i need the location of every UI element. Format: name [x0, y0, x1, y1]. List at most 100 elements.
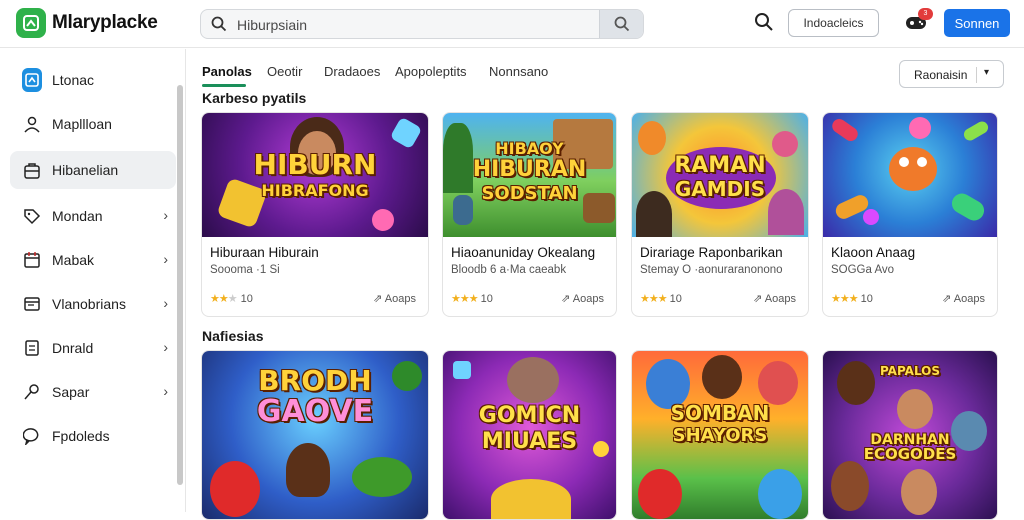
- game-subtitle: Soooma ·1 Si: [210, 264, 280, 276]
- game-art-title: HIBURN: [253, 148, 377, 181]
- sidebar-item-fpdoleds[interactable]: Fpdoleds: [10, 417, 176, 455]
- game-card[interactable]: SOMBAN SHAYORS: [631, 350, 809, 520]
- bubble-icon: [22, 426, 42, 446]
- notification-button[interactable]: 3: [904, 8, 933, 37]
- dropdown-divider: [976, 67, 977, 83]
- search-submit-button[interactable]: [599, 10, 643, 38]
- game-rating: ★★★ 10: [831, 293, 873, 305]
- tag-icon: [22, 206, 42, 226]
- tab-dradaoes[interactable]: Dradaoes: [324, 64, 380, 79]
- sidebar-item-mondan[interactable]: Mondan ›: [10, 197, 176, 235]
- game-action-link[interactable]: ⇗ Aoaps: [561, 292, 604, 305]
- app-title: Mlaryplacke: [52, 12, 158, 33]
- game-thumbnail: HIBAOY HIBURAN SODSTAN: [443, 113, 616, 237]
- sidebar-item-vlanobrians[interactable]: Vlanobrians ›: [10, 285, 176, 323]
- game-thumbnail: RAMAN GAMDIS: [632, 113, 808, 237]
- game-art-text: PAPALOS: [879, 364, 941, 378]
- game-art-title: SOMBAN: [670, 401, 770, 425]
- logo-icon: [23, 15, 39, 31]
- sidebar: Ltonac Mapllloan Hibanelian Mondan › Mab…: [0, 49, 186, 512]
- game-thumbnail: HIBURN HIBRAFONG: [202, 113, 428, 237]
- search-icon[interactable]: [754, 12, 774, 37]
- share-icon: ⇗: [373, 293, 383, 305]
- game-card[interactable]: HIBURN HIBRAFONG Hiburaan Hiburain Sooom…: [201, 112, 429, 317]
- game-card[interactable]: GOMICN MIUAES: [442, 350, 617, 520]
- section-title: Nafiesias: [202, 328, 264, 344]
- sidebar-item-sapar[interactable]: Sapar ›: [10, 373, 176, 411]
- game-art-title: BRODH: [258, 364, 372, 397]
- game-subtitle: Stemay O ·aonuraranonono: [640, 264, 783, 276]
- game-art-subtitle: SODSTAN: [481, 183, 578, 204]
- game-art-title: RAMAN: [674, 153, 766, 178]
- calendar-icon: [22, 250, 42, 270]
- game-action-link[interactable]: ⇗ Aoaps: [373, 292, 416, 305]
- game-thumbnail: SOMBAN SHAYORS: [632, 351, 808, 519]
- game-art-subtitle: HIBRAFONG: [261, 181, 369, 200]
- top-bar: Mlaryplacke Hiburpsiain Indoacleics 3 So…: [0, 0, 1024, 48]
- sidebar-item-label: Vlanobrians: [52, 296, 126, 312]
- tab-apopoleptits[interactable]: Apopoleptits: [395, 64, 467, 79]
- game-rating: ★★★ 10: [210, 293, 253, 305]
- sidebar-item-label: Dnrald: [52, 340, 94, 356]
- bag-icon: [22, 160, 42, 180]
- chevron-right-icon: ›: [163, 295, 168, 311]
- star-rating-icon: ★★★: [640, 293, 668, 305]
- game-rating: ★★★ 10: [451, 293, 493, 305]
- sort-dropdown-label: Raonaisin: [914, 68, 968, 82]
- game-card[interactable]: HIBAOY HIBURAN SODSTAN Hiaoanuniday Okea…: [442, 112, 617, 317]
- sidebar-item-home[interactable]: Ltonac: [10, 61, 176, 99]
- sidebar-item-label: Ltonac: [52, 72, 95, 88]
- tab-panolas[interactable]: Panolas: [202, 64, 252, 79]
- game-name: Hiburaan Hiburain: [210, 245, 319, 260]
- game-thumbnail: [823, 113, 997, 237]
- share-icon: ⇗: [561, 293, 571, 305]
- section-title: Karbeso pyatils: [202, 90, 307, 106]
- game-name: Dirariage Raponbarikan: [640, 245, 783, 260]
- sidebar-item-profile[interactable]: Mapllloan: [10, 105, 176, 143]
- game-art-text: HIBAOY: [495, 139, 564, 158]
- share-icon: ⇗: [942, 293, 952, 305]
- game-subtitle: Bloodb 6 a·Ma caeabk: [451, 264, 567, 276]
- game-art-subtitle: GAMDIS: [674, 177, 766, 201]
- chevron-right-icon: ›: [163, 251, 168, 267]
- game-art-subtitle: GAOVE: [256, 394, 374, 429]
- tab-oeotir[interactable]: Oeotir: [267, 64, 302, 79]
- notification-badge: 3: [918, 8, 933, 20]
- chevron-right-icon: ›: [163, 207, 168, 223]
- app-logo[interactable]: [16, 8, 46, 38]
- game-card[interactable]: PAPALOS DARNHAN ECOGODES: [822, 350, 998, 520]
- game-art-subtitle: ECOGODES: [863, 445, 957, 463]
- sidebar-item-label: Sapar: [52, 384, 90, 400]
- sort-dropdown[interactable]: Raonaisin ▾: [899, 60, 1004, 88]
- game-card[interactable]: Klaoon Anaag SOGGa Avo ★★★ 10 ⇗ Aoaps: [822, 112, 998, 317]
- game-subtitle: SOGGa Avo: [831, 264, 895, 276]
- sidebar-item-dnrald[interactable]: Dnrald ›: [10, 329, 176, 367]
- search-icon: [614, 16, 629, 32]
- active-tab-indicator: [202, 84, 246, 87]
- sidebar-item-label: Mabak: [52, 252, 95, 268]
- search-bar[interactable]: Hiburpsiain: [200, 9, 644, 39]
- game-art-title: HIBURAN: [472, 157, 587, 182]
- game-card[interactable]: BRODH GAOVE: [201, 350, 429, 520]
- chevron-right-icon: ›: [163, 383, 168, 399]
- game-action-link[interactable]: ⇗ Aoaps: [942, 292, 985, 305]
- game-thumbnail: PAPALOS DARNHAN ECOGODES: [823, 351, 997, 519]
- search-icon: [211, 16, 227, 37]
- sidebar-item-mabak[interactable]: Mabak ›: [10, 241, 176, 279]
- tab-nonnsano[interactable]: Nonnsano: [489, 64, 548, 79]
- game-action-link[interactable]: ⇗ Aoaps: [753, 292, 796, 305]
- sign-in-button[interactable]: Sonnen: [944, 9, 1010, 37]
- game-art-title: GOMICN: [478, 403, 581, 428]
- sidebar-item-label: Hibanelian: [52, 162, 119, 178]
- search-input[interactable]: Hiburpsiain: [237, 17, 307, 33]
- chevron-right-icon: ›: [163, 339, 168, 355]
- share-icon: ⇗: [753, 293, 763, 305]
- game-card[interactable]: RAMAN GAMDIS Dirariage Raponbarikan Stem…: [631, 112, 809, 317]
- star-rating-icon: ★★★: [451, 293, 479, 305]
- sidebar-scrollbar[interactable]: [177, 85, 183, 485]
- sidebar-item-label: Mondan: [52, 208, 103, 224]
- secondary-button[interactable]: Indoacleics: [788, 9, 879, 37]
- game-art-subtitle: SHAYORS: [672, 425, 768, 446]
- sidebar-item-entertainment[interactable]: Hibanelian: [10, 151, 176, 189]
- sidebar-item-label: Fpdoleds: [52, 428, 110, 444]
